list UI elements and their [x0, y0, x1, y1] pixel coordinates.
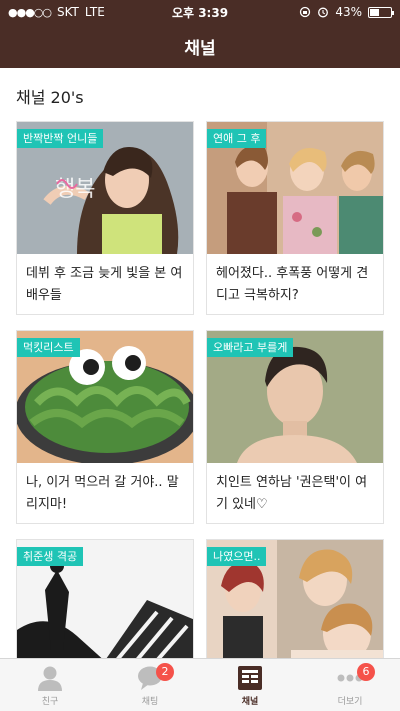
- channel-card[interactable]: 행복 반짝반짝 언니들 데뷔 후 조금 늦게 빛을 본 여배우들: [16, 121, 194, 315]
- card-image: 취준생 격공: [17, 540, 193, 658]
- tab-label: 채널: [241, 697, 259, 707]
- channel-card[interactable]: 나였으면..: [206, 539, 384, 658]
- tab-friends[interactable]: 친구: [0, 659, 100, 711]
- card-tag: 오빠라고 부를게: [207, 338, 294, 357]
- card-image: 연애 그 후: [207, 122, 383, 254]
- channel-content[interactable]: 채널 20's 행복 반짝반짝 언니들 데뷔 후 조금 늦게 빛을 본 여배우들: [0, 68, 400, 658]
- channel-card[interactable]: 먹킷리스트 나, 이거 먹으러 갈 거야.. 말리지마!: [16, 330, 194, 524]
- card-image: 나였으면..: [207, 540, 383, 658]
- carrier-name: SKT: [57, 5, 79, 19]
- status-bar: ●●●○○ SKT LTE 오후 3:39 43%: [0, 0, 400, 24]
- person-icon: [38, 666, 62, 691]
- tab-more[interactable]: 6 더보기: [300, 659, 400, 711]
- page-title: 채널: [184, 38, 216, 59]
- channel-icon: [238, 666, 262, 690]
- card-image: 행복 반짝반짝 언니들: [17, 122, 193, 254]
- tab-chats[interactable]: 2 채팅: [100, 659, 200, 711]
- channel-card[interactable]: 연애 그 후 헤어졌다.. 후폭풍 어떻게 견디고 극복하지?: [206, 121, 384, 315]
- card-tag: 나였으면..: [207, 547, 267, 566]
- card-title: 데뷔 후 조금 늦게 빛을 본 여배우들: [26, 266, 183, 303]
- orientation-lock-icon: [300, 6, 311, 18]
- network-type: LTE: [84, 5, 105, 19]
- card-tag: 취준생 격공: [17, 547, 84, 566]
- channel-card[interactable]: 오빠라고 부를게 치인트 연하남 '권은택'이 여기 있네♡: [206, 330, 384, 524]
- card-title: 치인트 연하남 '권은택'이 여기 있네♡: [216, 475, 368, 512]
- card-title: 헤어졌다.. 후폭풍 어떻게 견디고 극복하지?: [216, 266, 369, 303]
- battery-fill: [370, 8, 379, 16]
- channel-card[interactable]: 취준생 격공: [16, 539, 194, 658]
- tab-channel[interactable]: 채널: [200, 659, 300, 711]
- status-left: ●●●○○ SKT LTE: [8, 5, 299, 19]
- card-tag: 먹킷리스트: [17, 338, 80, 357]
- tab-label: 친구: [41, 697, 59, 707]
- more-notification-badge: 6: [357, 663, 375, 681]
- chat-unread-badge: 2: [156, 663, 174, 681]
- card-tag: 반짝반짝 언니들: [17, 129, 104, 148]
- alarm-icon: [318, 7, 329, 18]
- card-title: 나, 이거 먹으러 갈 거야.. 말리지마!: [26, 475, 179, 512]
- bottom-tab-bar: 친구 2 채팅 채널 6 더보기: [0, 658, 400, 711]
- card-image: 오빠라고 부를게: [207, 331, 383, 463]
- tab-label: 더보기: [337, 697, 363, 707]
- battery-icon: [368, 6, 394, 18]
- tab-label: 채팅: [141, 697, 159, 707]
- section-title: 채널 20's: [16, 88, 84, 107]
- battery-percent: 43%: [335, 5, 362, 19]
- card-image: 먹킷리스트: [17, 331, 193, 463]
- navigation-header: 채널: [0, 24, 400, 68]
- card-tag: 연애 그 후: [207, 129, 267, 148]
- signal-strength-icon: ●●●○○: [8, 5, 52, 19]
- status-right: 43%: [299, 5, 394, 19]
